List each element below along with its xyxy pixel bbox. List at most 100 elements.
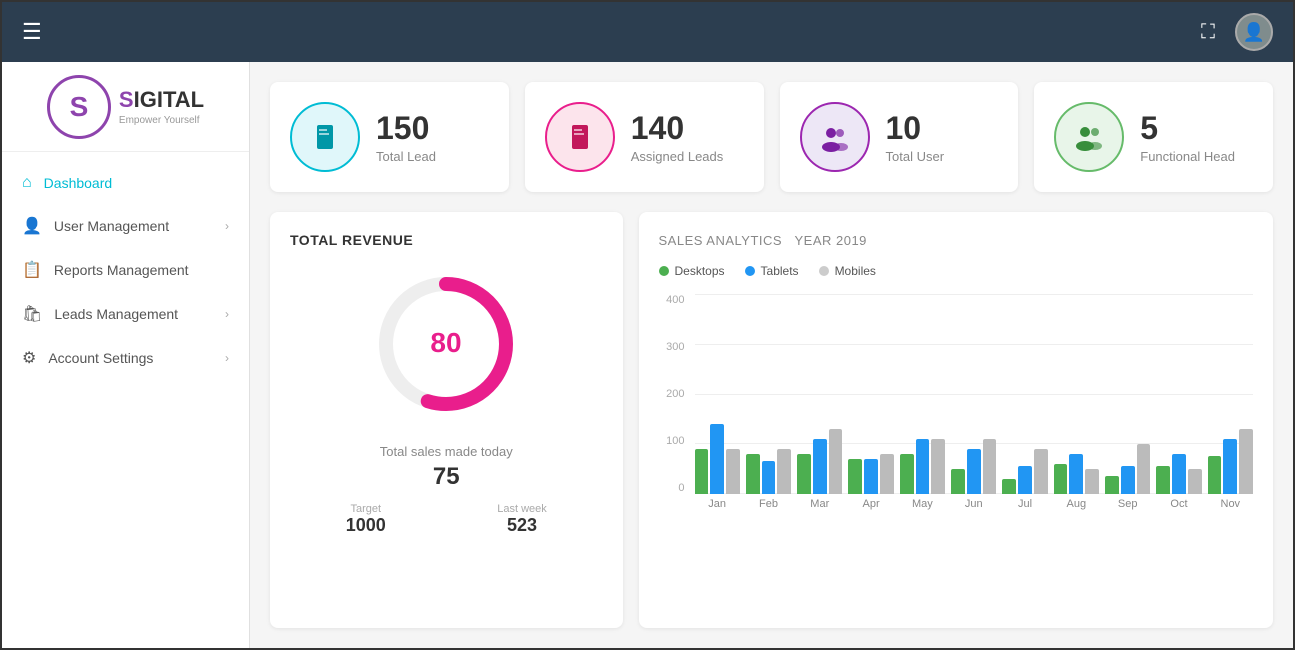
chevron-right-icon: › [225,351,229,365]
sidebar-item-reports-management[interactable]: 📋 Reports Management [2,248,249,292]
donut-container: 80 [290,264,603,424]
bar [864,459,878,494]
chart-column [1002,294,1047,494]
logo-text: SIGITAL Empower Yourself [119,87,204,126]
analytics-panel-title: SALES ANALYTICS Year 2019 [659,232,1254,248]
legend-desktops: Desktops [659,264,725,278]
bar [983,439,997,494]
desktops-label: Desktops [675,264,725,278]
chart-legend: Desktops Tablets Mobiles [659,264,1254,278]
donut-chart: 80 [366,264,526,424]
revenue-panel: TOTAL REVENUE 80 Total sales made today … [270,212,623,628]
bar [762,461,776,494]
book-icon [564,121,596,153]
bar [1239,429,1253,494]
stat-info-total-user: 10 Total User [886,110,945,164]
expand-icon[interactable]: ⛶ [1201,21,1215,44]
bar [726,449,740,494]
sidebar-logo: S SIGITAL Empower Yourself [2,62,249,152]
legend-tablets: Tablets [745,264,799,278]
column-bars [1208,294,1253,494]
team-icon [1073,121,1105,153]
mobiles-label: Mobiles [835,264,876,278]
stat-info-total-lead: 150 Total Lead [376,110,436,164]
column-bars [1156,294,1201,494]
chart-plot [695,294,1254,494]
bar [1054,464,1068,494]
bar [967,449,981,494]
bar [710,424,724,494]
bar [1223,439,1237,494]
chart-column [797,294,842,494]
y-label: 300 [659,341,685,353]
sidebar-item-dashboard[interactable]: ⌂ Dashboard [2,162,249,204]
target-item: Target 1000 [346,503,386,536]
x-label: Feb [746,498,791,510]
stat-card-functional-head: 5 Functional Head [1034,82,1273,192]
x-label: Sep [1105,498,1150,510]
content-area: 150 Total Lead 140 Assigned Leads [250,62,1293,648]
chevron-right-icon: › [225,307,229,321]
assigned-leads-icon-circle [545,102,615,172]
stat-number: 150 [376,110,436,147]
chart-column [848,294,893,494]
bar [1085,469,1099,494]
analytics-panel: SALES ANALYTICS Year 2019 Desktops Table… [639,212,1274,628]
column-bars [746,294,791,494]
svg-text:80: 80 [431,327,462,358]
tablets-label: Tablets [761,264,799,278]
leads-icon: 🛍 [22,304,42,324]
book-icon [309,121,341,153]
bar [1034,449,1048,494]
stat-info-assigned-leads: 140 Assigned Leads [631,110,724,164]
bar [916,439,930,494]
stat-label: Assigned Leads [631,149,724,164]
bar [900,454,914,494]
stat-label: Total User [886,149,945,164]
bar [1002,479,1016,494]
revenue-row: Target 1000 Last week 523 [290,503,603,536]
sidebar-item-label: Dashboard [44,175,113,191]
bars-container [695,294,1254,494]
chart-container: 400 300 200 100 0 [659,294,1254,510]
chart-column [900,294,945,494]
sidebar-item-label: Reports Management [54,262,189,278]
column-bars [695,294,740,494]
y-label: 200 [659,388,685,400]
logo-title: SIGITAL [119,87,204,113]
chart-column [1054,294,1099,494]
bar [880,454,894,494]
bar [1172,454,1186,494]
sidebar-item-account-settings[interactable]: ⚙ Account Settings › [2,336,249,380]
bar [777,449,791,494]
column-bars [900,294,945,494]
stats-row: 150 Total Lead 140 Assigned Leads [270,82,1273,192]
column-bars [1054,294,1099,494]
menu-toggle-button[interactable]: ☰ [22,19,42,45]
column-bars [797,294,842,494]
lastweek-label: Last week [497,503,547,515]
sidebar-item-user-management[interactable]: 👤 User Management › [2,204,249,248]
x-label: Jul [1002,498,1047,510]
x-label: Apr [848,498,893,510]
bar [695,449,709,494]
stat-label: Functional Head [1140,149,1235,164]
sidebar-item-leads-management[interactable]: 🛍 Leads Management › [2,292,249,336]
x-label: May [900,498,945,510]
column-bars [1105,294,1150,494]
x-label: Mar [797,498,842,510]
bottom-row: TOTAL REVENUE 80 Total sales made today … [270,212,1273,628]
revenue-stats: Total sales made today 75 Target 1000 La… [290,444,603,536]
column-bars [848,294,893,494]
users-icon [819,121,851,153]
x-label: Jan [695,498,740,510]
avatar[interactable]: 👤 [1235,13,1273,51]
navbar-right: ⛶ 👤 [1201,13,1273,51]
sidebar-item-label: Leads Management [54,306,178,322]
y-label: 0 [659,482,685,494]
logo-subtitle: Empower Yourself [119,115,204,126]
bar [1137,444,1151,494]
stat-number: 10 [886,110,945,147]
target-label: Target [346,503,386,515]
bar [797,454,811,494]
